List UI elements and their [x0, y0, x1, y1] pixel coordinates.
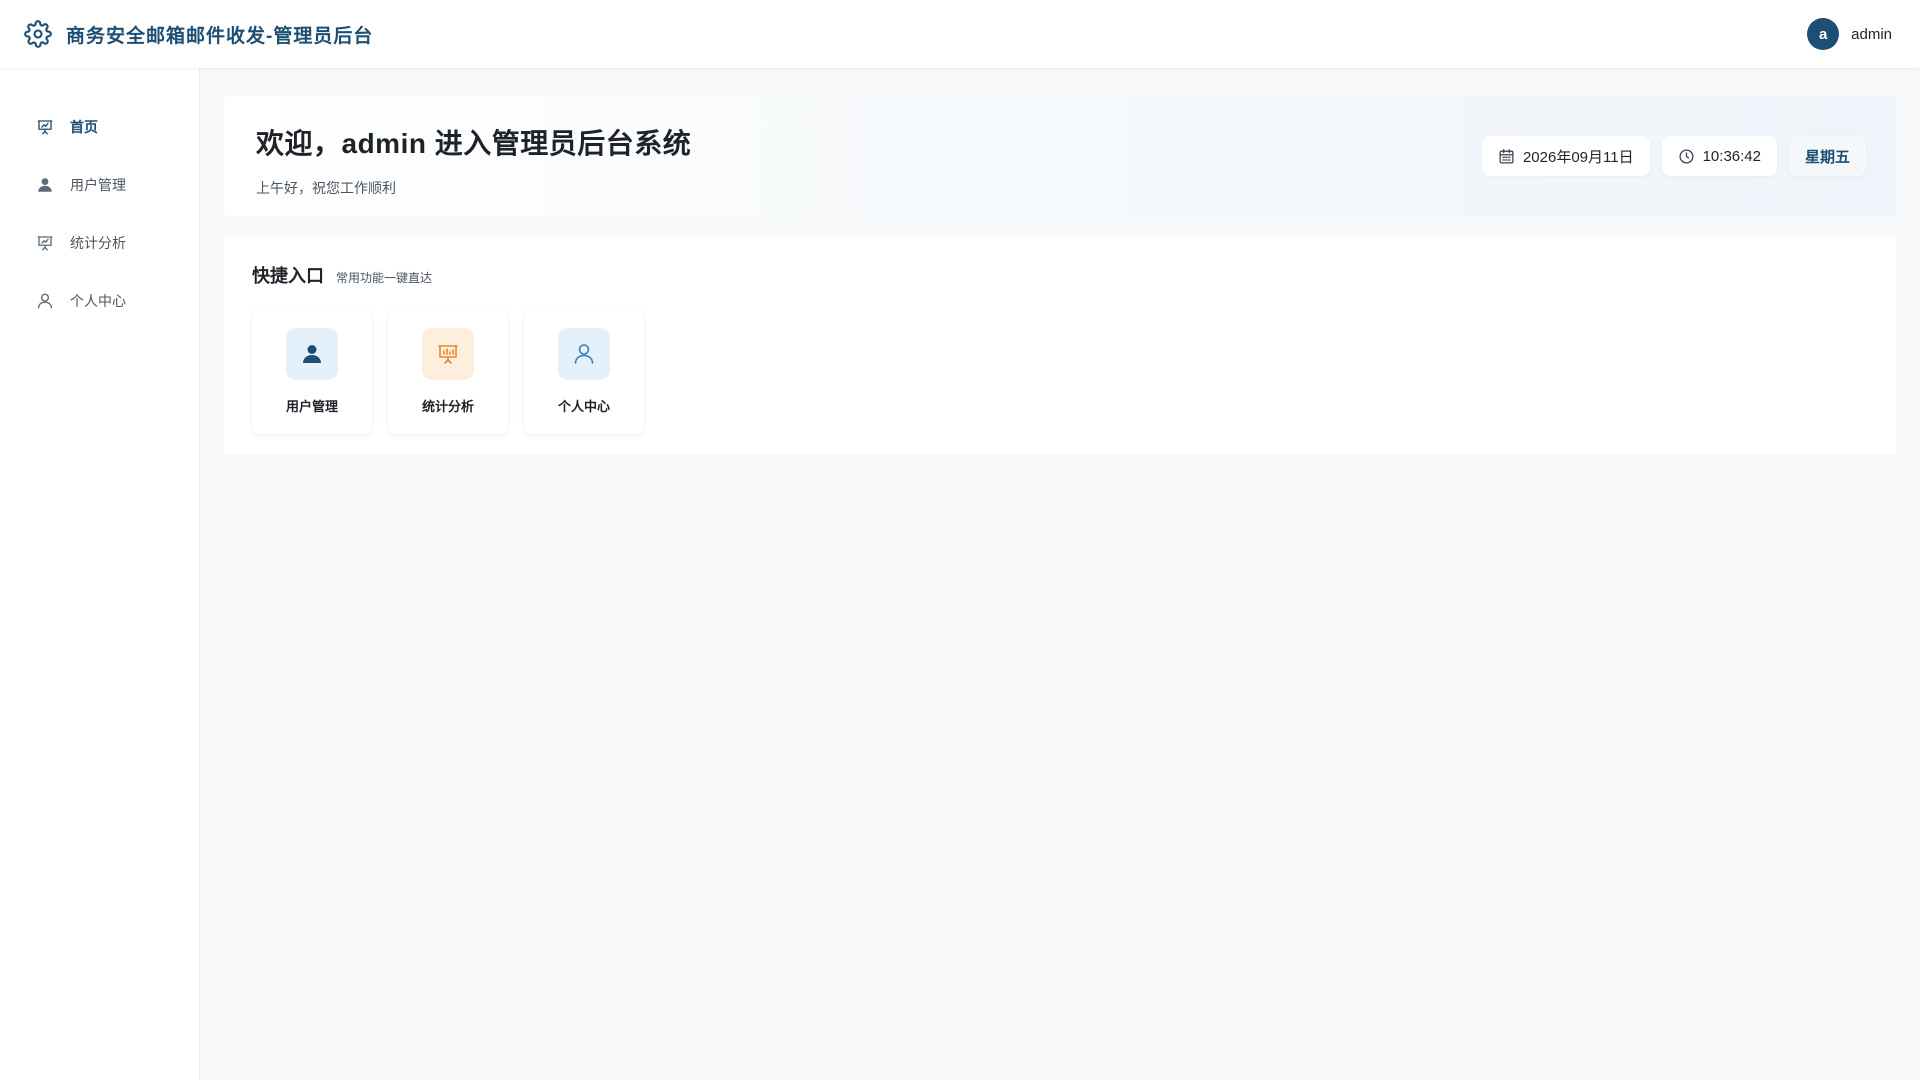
presentation-chart-icon — [422, 328, 474, 380]
top-header: 商务安全邮箱邮件收发-管理员后台 a admin — [0, 0, 1920, 68]
sidebar-item-statistics[interactable]: 统计分析 — [0, 214, 199, 272]
time-text: 10:36:42 — [1702, 147, 1761, 165]
presentation-chart-icon — [36, 118, 54, 136]
quick-access-cards: 用户管理 统计分析 个人中心 — [252, 310, 1868, 434]
calendar-icon — [1498, 148, 1515, 165]
quick-card-label: 个人中心 — [557, 399, 610, 414]
quick-card-statistics[interactable]: 统计分析 — [388, 310, 508, 434]
clock-icon — [1678, 148, 1695, 165]
user-outline-icon — [36, 292, 54, 310]
user-name[interactable]: admin — [1851, 26, 1892, 43]
gear-icon — [24, 20, 52, 48]
sidebar: 首页 用户管理 统计分析 个人中心 — [0, 68, 200, 1080]
user-outline-icon — [558, 328, 610, 380]
weekday-chip: 星期五 — [1788, 136, 1866, 176]
datetime-chips: 2026年09月11日 10:36:42 星期五 — [1481, 136, 1866, 176]
date-chip: 2026年09月11日 — [1481, 136, 1650, 176]
quick-card-user-management[interactable]: 用户管理 — [252, 310, 372, 434]
sidebar-item-home[interactable]: 首页 — [0, 98, 199, 156]
quick-access-panel: 快捷入口 常用功能一键直达 用户管理 统计分析 个人中心 — [224, 236, 1896, 454]
sidebar-item-label: 首页 — [70, 119, 98, 135]
sidebar-item-label: 统计分析 — [70, 235, 126, 251]
quick-access-header: 快捷入口 常用功能一键直达 — [252, 262, 1868, 288]
app-title: 商务安全邮箱邮件收发-管理员后台 — [66, 25, 374, 47]
welcome-banner: 欢迎，admin 进入管理员后台系统 上午好，祝您工作顺利 2026年09月11… — [224, 96, 1896, 216]
sidebar-item-user-management[interactable]: 用户管理 — [0, 156, 199, 214]
quick-access-title: 快捷入口 — [252, 266, 324, 286]
quick-card-profile[interactable]: 个人中心 — [524, 310, 644, 434]
quick-card-label: 统计分析 — [421, 399, 474, 414]
date-text: 2026年09月11日 — [1522, 148, 1634, 166]
presentation-chart-icon — [36, 234, 54, 252]
weekday-text: 星期五 — [1804, 148, 1850, 166]
sidebar-item-label: 个人中心 — [70, 293, 126, 309]
user-menu[interactable]: a admin — [1807, 18, 1892, 50]
user-filled-icon — [286, 328, 338, 380]
main-content: 欢迎，admin 进入管理员后台系统 上午好，祝您工作顺利 2026年09月11… — [224, 96, 1896, 454]
welcome-subtitle: 上午好，祝您工作顺利 — [256, 180, 396, 196]
time-chip: 10:36:42 — [1661, 136, 1777, 176]
brand[interactable]: 商务安全邮箱邮件收发-管理员后台 — [24, 20, 373, 48]
user-filled-icon — [36, 176, 54, 194]
quick-access-subtitle: 常用功能一键直达 — [336, 271, 433, 285]
quick-card-label: 用户管理 — [285, 399, 338, 414]
sidebar-item-label: 用户管理 — [70, 177, 126, 193]
avatar[interactable]: a — [1807, 18, 1840, 50]
sidebar-item-profile[interactable]: 个人中心 — [0, 272, 199, 330]
